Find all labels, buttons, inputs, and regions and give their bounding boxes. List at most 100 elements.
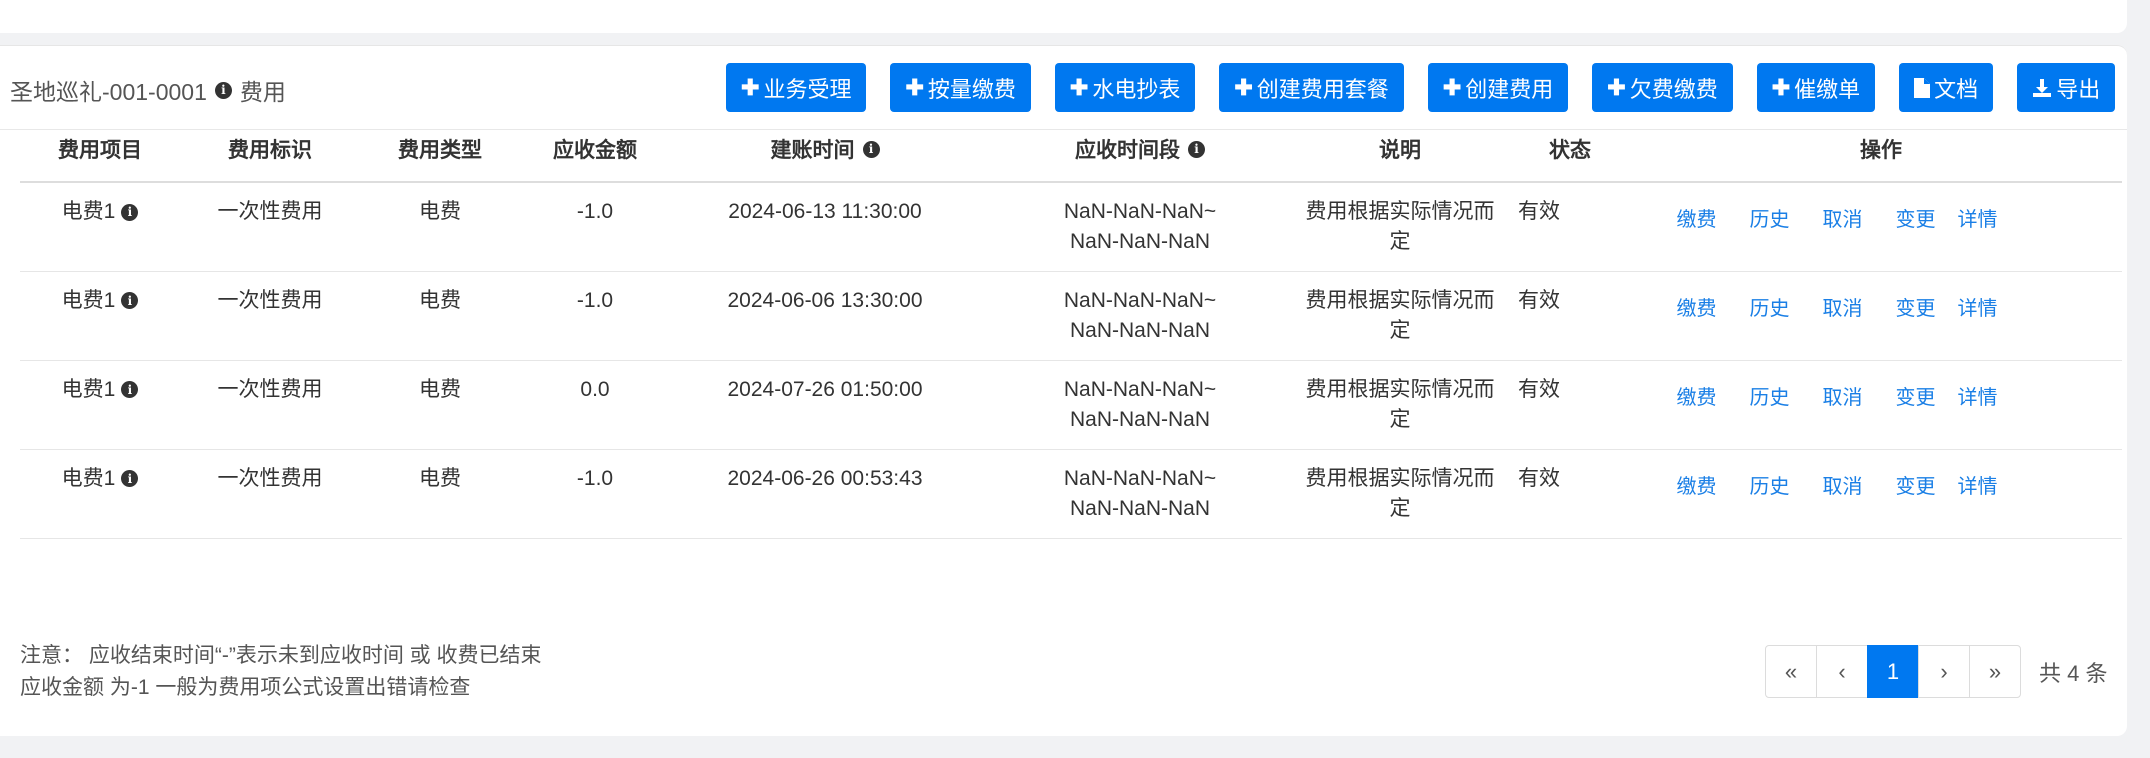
actions-cell: 缴费 历史 取消 变更 详情: [1640, 182, 2122, 272]
col-note: 说明: [1300, 117, 1500, 183]
note-cell: 费用根据实际情况而定: [1300, 449, 1500, 539]
info-icon[interactable]: i: [121, 470, 139, 487]
info-icon[interactable]: i: [862, 140, 880, 158]
plus-icon: ✚: [1771, 74, 1791, 100]
note-line: 注意： 应收结束时间“-”表示未到应收时间 或 收费已结束: [20, 644, 542, 667]
detail-link[interactable]: 详情: [1958, 205, 1998, 235]
col-fee-type: 费用类型: [360, 117, 520, 183]
business-accept-button[interactable]: ✚ 业务受理: [726, 63, 867, 112]
info-icon[interactable]: i: [121, 381, 139, 398]
table-row: 电费1 i 一次性费用 电费 -1.0 2024-06-26 00:53:43 N…: [20, 449, 2122, 539]
plus-icon: ✚: [905, 74, 924, 100]
created-time-cell: 2024-06-26 00:53:43: [670, 449, 980, 539]
change-link[interactable]: 变更: [1896, 472, 1936, 502]
download-icon: [2032, 78, 2052, 98]
change-link[interactable]: 变更: [1896, 383, 1936, 413]
amount-cell: -1.0: [520, 271, 670, 361]
first-page-button[interactable]: «: [1765, 645, 1817, 698]
page-number-button[interactable]: 1: [1867, 645, 1919, 698]
info-icon[interactable]: i: [121, 292, 139, 309]
pay-link[interactable]: 缴费: [1677, 205, 1717, 235]
note-cell: 费用根据实际情况而定: [1300, 360, 1500, 450]
history-link[interactable]: 历史: [1750, 205, 1790, 235]
history-link[interactable]: 历史: [1750, 294, 1790, 324]
fee-flag-cell: 一次性费用: [180, 449, 360, 539]
history-link[interactable]: 历史: [1750, 383, 1790, 413]
status-cell: 有效: [1500, 182, 1640, 272]
fee-flag-cell: 一次性费用: [180, 360, 360, 450]
file-icon: [1914, 77, 1931, 98]
room-name: 圣地巡礼-001-0001: [10, 79, 207, 105]
amount-cell: -1.0: [520, 449, 670, 539]
fee-item-cell: 电费1 i: [20, 449, 180, 539]
detail-link[interactable]: 详情: [1958, 383, 1998, 413]
panel-title: 圣地巡礼-001-0001 i 费用: [10, 73, 286, 107]
cancel-link[interactable]: 取消: [1823, 472, 1863, 502]
history-link[interactable]: 历史: [1750, 472, 1790, 502]
last-page-button[interactable]: »: [1969, 645, 2021, 698]
period-cell: NaN-NaN-NaN~ NaN-NaN-NaN: [980, 360, 1300, 450]
info-icon[interactable]: i: [121, 203, 139, 221]
table-header-row: 费用项目 费用标识 费用类型 应收金额 建账时间 i 应收时间段 i 说明 状态 操…: [20, 117, 2122, 183]
payment-reminder-button[interactable]: ✚ 催缴单: [1756, 63, 1876, 112]
amount-cell: -1.0: [520, 182, 670, 272]
fee-type-cell: 电费: [360, 182, 520, 272]
col-actions: 操作: [1640, 117, 2122, 183]
document-button[interactable]: 文档: [1899, 63, 1994, 112]
fee-type-cell: 电费: [360, 360, 520, 450]
cancel-link[interactable]: 取消: [1823, 205, 1863, 235]
meter-reading-button[interactable]: ✚ 水电抄表: [1054, 63, 1196, 112]
usage-payment-button[interactable]: ✚ 按量缴费: [890, 63, 1031, 112]
pay-link[interactable]: 缴费: [1677, 472, 1717, 502]
plus-icon: ✚: [741, 74, 760, 100]
period-cell: NaN-NaN-NaN~ NaN-NaN-NaN: [980, 182, 1300, 272]
next-page-button[interactable]: ›: [1918, 645, 1970, 698]
fee-item-cell: 电费1 i: [20, 360, 180, 450]
detail-link[interactable]: 详情: [1958, 472, 1998, 502]
fee-item-cell: 电费1 i: [20, 271, 180, 361]
detail-link[interactable]: 详情: [1958, 294, 1998, 324]
top-panel: [0, 0, 2127, 33]
plus-icon: ✚: [1607, 74, 1626, 100]
status-cell: 有效: [1500, 360, 1640, 450]
cancel-link[interactable]: 取消: [1823, 383, 1863, 413]
plus-icon: ✚: [1442, 74, 1462, 100]
prev-page-button[interactable]: ‹: [1816, 645, 1868, 698]
total-count: 共 4 条: [2039, 660, 2108, 686]
note-cell: 费用根据实际情况而定: [1300, 182, 1500, 272]
create-fee-package-button[interactable]: ✚ 创建费用套餐: [1219, 63, 1404, 112]
table-row: 电费1 i 一次性费用 电费 0.0 2024-07-26 01:50:00 Na…: [20, 360, 2122, 450]
cancel-link[interactable]: 取消: [1823, 294, 1863, 324]
fee-type-cell: 电费: [360, 271, 520, 361]
create-fee-button[interactable]: ✚ 创建费用: [1427, 63, 1569, 112]
actions-cell: 缴费 历史 取消 变更 详情: [1640, 360, 2122, 450]
col-amount: 应收金额: [520, 117, 670, 183]
col-created-time: 建账时间 i: [670, 117, 980, 183]
col-fee-item: 费用项目: [20, 117, 180, 183]
note-cell: 费用根据实际情况而定: [1300, 271, 1500, 361]
change-link[interactable]: 变更: [1896, 205, 1936, 235]
pay-link[interactable]: 缴费: [1677, 294, 1717, 324]
actions-cell: 缴费 历史 取消 变更 详情: [1640, 449, 2122, 539]
notes: 注意： 应收结束时间“-”表示未到应收时间 或 收费已结束 应收金额 为-1 一…: [20, 640, 541, 704]
actions-cell: 缴费 历史 取消 变更 详情: [1640, 271, 2122, 361]
plus-icon: ✚: [1234, 74, 1253, 100]
created-time-cell: 2024-06-13 11:30:00: [670, 182, 980, 272]
fee-table: 费用项目 费用标识 费用类型 应收金额 建账时间 i 应收时间段 i 说明 状态 操…: [20, 117, 2122, 539]
export-button[interactable]: 导出: [2017, 63, 2116, 112]
info-icon[interactable]: i: [214, 81, 232, 99]
fee-type-cell: 电费: [360, 449, 520, 539]
amount-cell: 0.0: [520, 360, 670, 450]
arrears-payment-button[interactable]: ✚ 欠费缴费: [1592, 63, 1733, 112]
plus-icon: ✚: [1069, 74, 1089, 100]
table-row: 电费1 i 一次性费用 电费 -1.0 2024-06-06 13:30:00 N…: [20, 271, 2122, 361]
created-time-cell: 2024-06-06 13:30:00: [670, 271, 980, 361]
col-period: 应收时间段 i: [980, 117, 1300, 183]
pay-link[interactable]: 缴费: [1677, 383, 1717, 413]
note-line: 应收金额 为-1 一般为费用项公式设置出错请检查: [20, 676, 471, 699]
fee-item-cell: 电费1 i: [20, 182, 180, 272]
info-icon[interactable]: i: [1188, 140, 1205, 158]
fee-flag-cell: 一次性费用: [180, 271, 360, 361]
change-link[interactable]: 变更: [1896, 294, 1936, 324]
created-time-cell: 2024-07-26 01:50:00: [670, 360, 980, 450]
